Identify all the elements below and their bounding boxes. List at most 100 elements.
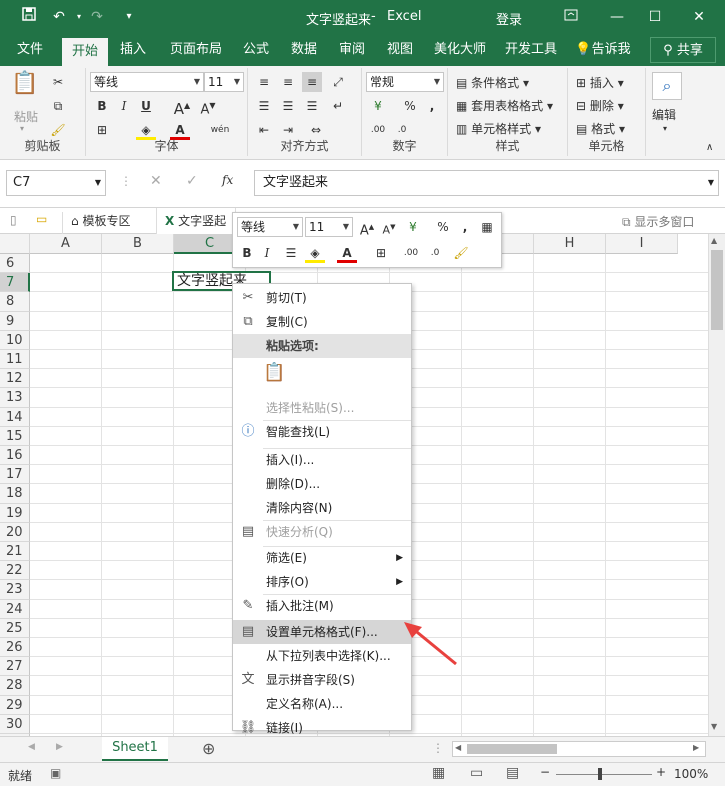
mini-increase-decimal-icon[interactable]: .00 — [401, 243, 421, 263]
row-header-21[interactable]: 21 — [0, 542, 30, 562]
row-header-28[interactable]: 28 — [0, 676, 30, 696]
page-layout-view-icon[interactable]: ▭ — [470, 765, 483, 781]
column-header-i[interactable]: I — [606, 234, 678, 254]
context-menu-item-6[interactable]: 插入(I)... — [233, 448, 411, 472]
tab-view[interactable]: 视图 — [378, 34, 422, 66]
tab-file[interactable]: 文件 — [6, 34, 54, 66]
copy-icon[interactable]: ⧉ — [48, 96, 68, 116]
mini-grow-font-icon[interactable]: A▲ — [357, 217, 377, 238]
folder-icon[interactable]: ▭ — [36, 212, 47, 226]
horizontal-scrollbar[interactable]: ◀ ▶ — [452, 741, 706, 757]
row-header-26[interactable]: 26 — [0, 638, 30, 658]
multi-window-button[interactable]: ⧉ 显示多窗口 — [622, 213, 694, 230]
tab-developer[interactable]: 开发工具 — [498, 34, 564, 66]
scroll-right-icon[interactable]: ▶ — [693, 743, 699, 752]
mini-shrink-font-icon[interactable]: A▼ — [379, 217, 399, 237]
mini-accounting-icon[interactable]: ¥ — [403, 217, 423, 237]
tab-meihua[interactable]: 美化大师 — [428, 34, 492, 66]
row-header-22[interactable]: 22 — [0, 561, 30, 581]
context-menu-item-15[interactable]: 文显示拼音字段(S) — [233, 668, 411, 692]
align-left-icon[interactable]: ☰ — [254, 96, 274, 116]
comma-style-icon[interactable]: , — [422, 96, 442, 116]
context-menu-item-1[interactable]: ⧉ 复制(C) — [233, 310, 411, 334]
row-header-8[interactable]: 8 — [0, 292, 30, 312]
zoom-out-icon[interactable]: − — [540, 765, 550, 779]
zoom-in-icon[interactable]: + — [656, 765, 666, 779]
row-header-11[interactable]: 11 — [0, 350, 30, 370]
font-name-combo[interactable]: 等线 ▼ — [90, 72, 204, 92]
mini-font-combo[interactable]: 等线 ▼ — [237, 217, 303, 237]
scroll-left-icon[interactable]: ◀ — [455, 743, 461, 752]
column-header-a[interactable]: A — [30, 234, 102, 254]
editing-dropdown-icon[interactable]: ▾ — [663, 124, 667, 133]
column-header-h[interactable]: H — [534, 234, 606, 254]
context-menu-item-14[interactable]: 从下拉列表中选择(K)... — [233, 644, 411, 668]
cancel-icon[interactable]: ✕ — [150, 173, 162, 189]
percent-style-icon[interactable]: % — [400, 96, 420, 116]
scroll-down-icon[interactable]: ▼ — [711, 722, 717, 731]
minimize-icon[interactable]: — — [606, 6, 628, 28]
select-all-corner[interactable] — [0, 234, 30, 254]
mini-border-icon[interactable]: ⊞ — [371, 243, 391, 263]
orientation-icon[interactable]: ⤢ — [328, 72, 348, 92]
tab-home[interactable]: 开始 — [62, 38, 108, 66]
tell-me-box[interactable]: 💡告诉我 — [572, 34, 634, 66]
row-header-17[interactable]: 17 — [0, 465, 30, 485]
insert-function-icon[interactable]: fx — [222, 173, 233, 187]
row-header-18[interactable]: 18 — [0, 484, 30, 504]
row-header-20[interactable]: 20 — [0, 522, 30, 542]
scroll-up-icon[interactable]: ▲ — [711, 236, 717, 245]
align-center-icon[interactable]: ☰ — [278, 96, 298, 116]
decrease-font-icon[interactable]: A▼ — [198, 96, 218, 117]
normal-view-icon[interactable]: ▦ — [432, 765, 445, 781]
context-menu-item-4[interactable]: 选择性粘贴(S)... — [233, 396, 411, 420]
close-icon[interactable]: ✕ — [688, 6, 710, 28]
cell-styles-button[interactable]: ▥ 单元格样式 ▾ — [456, 120, 541, 137]
conditional-formatting-button[interactable]: ▤ 条件格式 ▾ — [456, 74, 529, 91]
save-icon[interactable] — [18, 6, 40, 28]
mini-decrease-decimal-icon[interactable]: .0 — [425, 243, 445, 263]
mini-format-painter-icon[interactable]: 🖌 — [451, 243, 471, 263]
row-header-30[interactable]: 30 — [0, 714, 30, 734]
redo-icon[interactable]: ↷ — [86, 6, 108, 28]
tab-insert[interactable]: 插入 — [110, 34, 156, 66]
mini-format-table-icon[interactable]: ▦ — [477, 217, 497, 237]
tab-page-layout[interactable]: 页面布局 — [160, 34, 232, 66]
mini-size-combo[interactable]: 11 ▼ — [305, 217, 353, 237]
row-header-23[interactable]: 23 — [0, 580, 30, 600]
wrap-text-icon[interactable]: ↵ — [328, 96, 348, 116]
new-sheet-icon[interactable]: ⊕ — [202, 739, 215, 758]
ribbon-display-icon[interactable] — [560, 6, 582, 28]
mini-align-center-icon[interactable]: ☰ — [281, 243, 301, 263]
mini-percent-button[interactable]: % — [433, 217, 453, 237]
column-header-b[interactable]: B — [102, 234, 174, 254]
accounting-format-icon[interactable]: ¥ — [368, 96, 388, 116]
maximize-icon[interactable]: ☐ — [644, 6, 666, 28]
customize-qat-icon[interactable]: ▾ — [118, 6, 140, 28]
file-tab[interactable]: X 文字竖起 — [156, 208, 236, 234]
vertical-scroll-thumb[interactable] — [711, 250, 723, 330]
context-menu-item-5[interactable]: ⓘ 智能查找(L) — [233, 420, 411, 448]
row-header-6[interactable]: 6 — [0, 254, 30, 274]
tab-review[interactable]: 审阅 — [330, 34, 374, 66]
row-header-16[interactable]: 16 — [0, 446, 30, 466]
mini-comma-button[interactable]: , — [455, 217, 475, 237]
zoom-slider[interactable] — [556, 774, 652, 775]
paste-dropdown-icon[interactable]: ▾ — [20, 124, 24, 133]
font-size-combo[interactable]: 11 ▼ — [204, 72, 244, 92]
row-header-7[interactable]: 7 — [0, 273, 30, 293]
horizontal-scroll-thumb[interactable] — [467, 744, 557, 754]
number-format-combo[interactable]: 常规 ▼ — [366, 72, 444, 92]
context-menu-item-0[interactable]: ✂ 剪切(T) — [233, 286, 411, 310]
row-header-24[interactable]: 24 — [0, 599, 30, 619]
collapse-ribbon-icon[interactable]: ∧ — [706, 142, 713, 153]
context-menu-item-13[interactable]: ▤ 设置单元格格式(F)... — [233, 620, 411, 644]
context-menu-item-17[interactable]: ⛓ 链接(I) — [233, 716, 411, 740]
context-menu-item-16[interactable]: 定义名称(A)... — [233, 692, 411, 716]
context-menu-item-11[interactable]: 排序(O) ▶ — [233, 570, 411, 594]
increase-font-icon[interactable]: A▲ — [172, 96, 192, 118]
context-menu-item-12[interactable]: ✎ 插入批注(M) — [233, 594, 411, 620]
context-menu-item-8[interactable]: 清除内容(N) — [233, 496, 411, 520]
row-header-25[interactable]: 25 — [0, 618, 30, 638]
sheet-tab-sheet1[interactable]: Sheet1 — [102, 737, 168, 761]
